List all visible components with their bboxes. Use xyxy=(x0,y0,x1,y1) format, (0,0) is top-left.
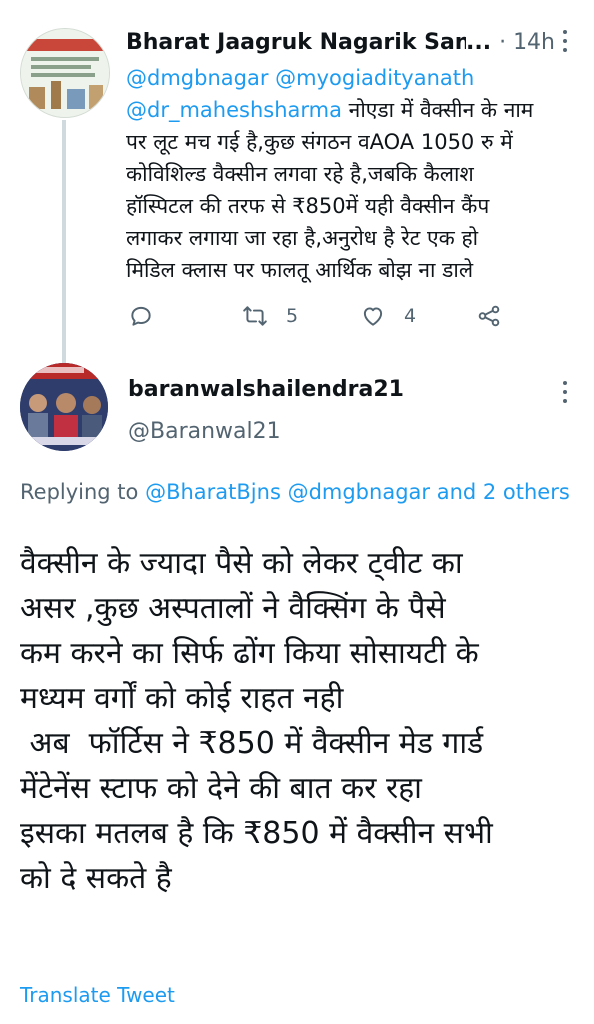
tweet-text: वैक्सीन के ज्यादा पैसे को लेकर ट्वीट का … xyxy=(20,546,493,896)
parent-tweet[interactable]: Bharat Jaagruk Nagarik Sang ... · 14h @d… xyxy=(0,0,594,365)
tweet-line: मिडिल क्लास पर फालतू आर्थिक बोझ ना डाले xyxy=(126,258,474,282)
retweet-icon xyxy=(243,306,267,326)
focused-tweet[interactable]: baranwalshailendra21 @Baranwal21 Replyin… xyxy=(0,355,594,1024)
tweet-line: हॉस्पिटल की तरफ से ₹850में यही वैक्सीन क… xyxy=(126,194,490,218)
name-truncation: ... xyxy=(466,29,492,55)
tweet-line: @dmgbnagar @myogiadityanath xyxy=(126,62,576,94)
retweet-count: 5 xyxy=(286,305,299,327)
replying-to: Replying to @BharatBjns @dmgbnagar and 2… xyxy=(20,477,580,508)
thread-connector-line xyxy=(62,120,66,365)
share-button[interactable] xyxy=(476,298,502,334)
more-options-icon[interactable] xyxy=(560,30,570,56)
tweet-timestamp[interactable]: · 14h xyxy=(499,30,555,55)
replying-mentions-link[interactable]: @BharatBjns @dmgbnagar and 2 others xyxy=(145,480,570,504)
tweet-line: पर लूट मच गई है,कुछ संगठन वAOA 1050 रु म… xyxy=(126,130,513,154)
tweet-line: @dr_maheshsharma नोएडा में वैक्सीन के ना… xyxy=(126,98,534,122)
author-avatar[interactable] xyxy=(20,28,110,118)
author-name[interactable]: Bharat Jaagruk Nagarik Sang xyxy=(126,30,466,55)
replying-prefix: Replying to xyxy=(20,480,146,504)
tweet-header: Bharat Jaagruk Nagarik Sang ... · 14h xyxy=(126,26,576,58)
mention-link[interactable]: @dmgbnagar @myogiadityanath xyxy=(126,66,474,90)
more-options-icon[interactable] xyxy=(560,381,570,407)
reply-button[interactable] xyxy=(128,298,154,334)
heart-icon xyxy=(363,307,383,326)
share-icon xyxy=(478,305,500,327)
author-handle[interactable]: @Baranwal21 xyxy=(128,419,281,444)
like-button[interactable]: 4 xyxy=(360,298,416,334)
tweet-line: कोविशिल्ड वैक्सीन लगवा रहे है,जबकि कैलाश xyxy=(126,162,474,186)
retweet-button[interactable]: 5 xyxy=(242,298,298,334)
tweet-text: @dmgbnagar @myogiadityanath @dr_maheshsh… xyxy=(126,62,576,286)
reply-icon xyxy=(131,306,151,326)
author-name[interactable]: baranwalshailendra21 xyxy=(128,377,404,402)
tweet-actions: 5 4 xyxy=(126,298,526,334)
translate-tweet-link[interactable]: Translate Tweet xyxy=(20,983,175,1007)
tweet-line: लगाकर लगाया जा रहा है,अनुरोध है रेट एक ह… xyxy=(126,226,479,250)
author-avatar[interactable] xyxy=(20,363,108,451)
mention-link[interactable]: @dr_maheshsharma xyxy=(126,98,342,122)
like-count: 4 xyxy=(404,305,417,327)
